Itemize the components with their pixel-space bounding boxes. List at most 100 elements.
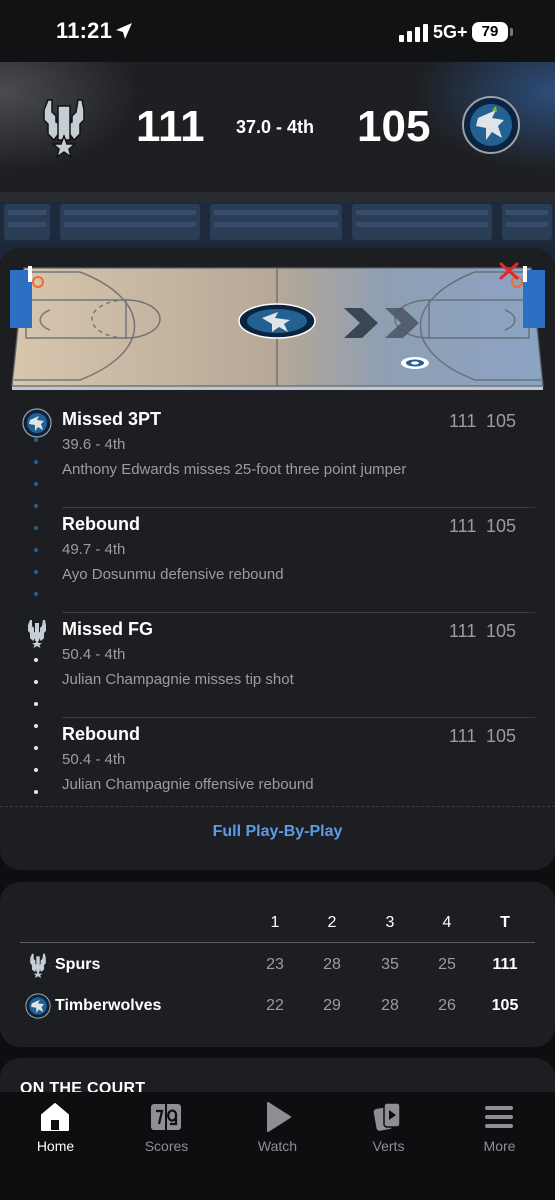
play-away-score: 105 [486, 726, 517, 746]
score-header[interactable]: 111 37.0 - 4th 105 [0, 62, 555, 192]
play-icon [267, 1102, 291, 1132]
play-away-score: 105 [486, 516, 517, 536]
play-title: Missed 3PT [62, 409, 162, 429]
timeline-wolves [34, 438, 38, 608]
play-title: Rebound [62, 514, 140, 534]
play-title: Missed FG [62, 619, 154, 639]
play-away-score: 105 [486, 621, 517, 641]
play-by-play-card: Missed 3PT 39.6 - 4th Anthony Edwards mi… [0, 248, 555, 870]
box-cell-q3: 28 [381, 997, 399, 1014]
scores-icon [151, 1104, 181, 1130]
play-description: Julian Champagnie offensive rebound [62, 776, 314, 793]
spurs-logo-icon [43, 99, 85, 158]
box-header-q1: 1 [270, 914, 280, 931]
box-score-card: 1 2 3 4 T Spurs 23 28 35 25 111 Timberwo… [0, 882, 555, 1047]
play-home-score: 111 [449, 621, 477, 641]
play-time: 39.6 - 4th [62, 436, 126, 453]
play-home-score: 111 [449, 726, 477, 746]
timeline-dot [34, 438, 38, 442]
location-arrow-icon [116, 23, 132, 39]
box-header-q3: 3 [385, 914, 395, 931]
box-header-q2: 2 [327, 914, 337, 931]
tab-label: Home [36, 1138, 75, 1154]
timeline-dot [34, 504, 38, 508]
timeline-dot [34, 746, 38, 750]
timeline-dot [34, 526, 38, 530]
full-play-by-play-link[interactable]: Full Play-By-Play [0, 823, 555, 841]
box-cell-total: 105 [491, 997, 519, 1014]
status-bar: 11:21 5G+ 79 [0, 0, 555, 62]
tab-more[interactable]: More [444, 1092, 555, 1172]
spurs-logo-icon [30, 953, 46, 978]
battery-tip [510, 28, 513, 36]
box-team-name: Spurs [55, 956, 101, 973]
play-description: Julian Champagnie misses tip shot [62, 671, 294, 688]
tab-watch[interactable]: Watch [222, 1092, 333, 1172]
timeline-spurs [34, 658, 38, 808]
play-item[interactable]: Missed FG 50.4 - 4th Julian Champagnie m… [0, 613, 555, 718]
status-time: 11:21 [56, 18, 113, 43]
network-type: 5G+ [433, 22, 468, 42]
timeline-dot [34, 460, 38, 464]
play-item[interactable]: Rebound 49.7 - 4th Ayo Dosunmu defensive… [0, 508, 555, 613]
timeline-dot [34, 592, 38, 596]
verts-icon [373, 1102, 401, 1131]
tab-label: More [483, 1138, 516, 1154]
divider [0, 806, 555, 807]
box-cell-q2: 28 [323, 956, 341, 973]
battery-icon: 79 [472, 22, 508, 42]
timeline-dot [34, 570, 38, 574]
timeline-dot [34, 658, 38, 662]
play-title: Rebound [62, 724, 140, 744]
box-row-spurs[interactable]: Spurs 23 28 35 25 111 [0, 952, 555, 992]
tab-home[interactable]: Home [0, 1092, 111, 1172]
box-header-q4: 4 [442, 914, 452, 931]
home-score: 111 [136, 102, 205, 151]
box-header-total: T [500, 914, 510, 931]
play-time: 50.4 - 4th [62, 646, 126, 663]
tab-bar: Home Scores Watch Verts More [0, 1092, 555, 1200]
arena-seats [0, 202, 555, 244]
menu-icon [485, 1106, 513, 1128]
play-item[interactable]: Missed 3PT 39.6 - 4th Anthony Edwards mi… [0, 403, 555, 508]
divider [20, 942, 535, 943]
play-home-score: 111 [449, 516, 477, 536]
box-cell-q2: 29 [323, 997, 341, 1014]
box-cell-q4: 26 [438, 997, 456, 1014]
box-cell-q4: 25 [438, 956, 456, 973]
play-time: 50.4 - 4th [62, 751, 126, 768]
box-cell-q1: 22 [266, 997, 284, 1014]
timeline-dot [34, 680, 38, 684]
tab-label: Watch [257, 1138, 298, 1154]
timberwolves-logo-icon [462, 96, 520, 154]
play-time: 49.7 - 4th [62, 541, 126, 558]
signal-bars-icon [399, 24, 428, 42]
away-score: 105 [357, 102, 431, 151]
play-description: Ayo Dosunmu defensive rebound [62, 566, 284, 583]
tab-scores[interactable]: Scores [111, 1092, 222, 1172]
court-graphic [10, 262, 545, 390]
play-item[interactable]: Rebound 50.4 - 4th Julian Champagnie off… [0, 718, 555, 823]
box-team-name: Timberwolves [55, 997, 162, 1014]
box-row-timberwolves[interactable]: Timberwolves 22 29 28 26 105 [0, 993, 555, 1033]
play-away-score: 105 [486, 411, 517, 431]
box-cell-q1: 23 [266, 956, 284, 973]
timeline-dot [34, 790, 38, 794]
play-home-score: 111 [449, 411, 477, 431]
timeline-dot [34, 482, 38, 486]
game-clock: 37.0 - 4th [236, 117, 315, 137]
tab-label: Verts [372, 1138, 405, 1154]
home-icon [41, 1103, 69, 1131]
box-cell-total: 111 [492, 956, 518, 973]
play-description: Anthony Edwards misses 25-foot three poi… [62, 461, 407, 478]
spurs-logo-icon [28, 620, 46, 648]
timeline-dot [34, 702, 38, 706]
timeline-dot [34, 548, 38, 552]
tab-label: Scores [144, 1138, 189, 1154]
timberwolves-logo-icon [25, 993, 51, 1019]
timeline-dot [34, 768, 38, 772]
timberwolves-logo-icon [22, 408, 52, 438]
box-cell-q3: 35 [381, 956, 399, 973]
timeline-dot [34, 724, 38, 728]
tab-verts[interactable]: Verts [333, 1092, 444, 1172]
